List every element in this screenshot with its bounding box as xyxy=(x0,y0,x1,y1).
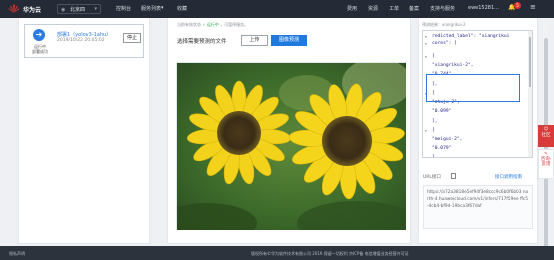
nav-console[interactable]: 控制台 xyxy=(116,5,131,12)
nav-resources[interactable]: 资源 xyxy=(368,5,378,12)
nav-tickets[interactable]: 工单 xyxy=(389,5,399,12)
uploaded-image-frame xyxy=(176,62,406,230)
deployment-list-panel: ➔ 运行中 部署成功 部署1（yolov3-1ahu） 2019/10/22 20… xyxy=(18,18,150,244)
top-prediction-highlight xyxy=(426,74,520,102)
feedback-tab[interactable]: ✎ 咨询·反馈 xyxy=(538,149,554,179)
code-line: [ xyxy=(432,128,435,133)
service-status-hint: 当前有效状态 ✓ 运行中 ，可暂停服务。 xyxy=(177,22,248,28)
sunflower-image xyxy=(177,63,406,230)
region-selector[interactable]: ◉ 北京四 ▾ xyxy=(57,4,101,14)
code-line: [ xyxy=(432,54,435,59)
code-line: "xiangrikui-2", xyxy=(432,63,474,68)
footer: 隐私声明 版权所有©华为软件技术有限公司 2019 保留一切权利 京ICP备 电… xyxy=(0,246,554,260)
copyright-text: 版权所有©华为软件技术有限公司 2019 保留一切权利 京ICP备 电信增值业务… xyxy=(251,251,409,256)
feedback-label: 咨询·反馈 xyxy=(540,157,552,167)
prediction-result-panel: 预测结果：xiangrikui-2 ▾ redicted_label": "xi… xyxy=(418,18,538,244)
collapse-icon[interactable]: ▾ xyxy=(425,55,427,59)
nav-service-list-caret: ▾ xyxy=(161,5,164,11)
menu-icon[interactable]: ≡ xyxy=(530,3,536,11)
stop-button[interactable]: 停止 xyxy=(123,33,141,43)
community-tab[interactable]: ☺ 社区 xyxy=(538,125,554,147)
upload-button[interactable]: 上传 xyxy=(241,35,268,46)
prediction-panel: 当前有效状态 ✓ 运行中 ，可暂停服务。 选择需要预测的文件 上传 图像预测 xyxy=(167,18,411,244)
top-nav-bar: 华为云 ◉ 北京四 ▾ 控制台 服务列表 ▾ 收藏 费用 资源 工单 备案 支持… xyxy=(0,0,554,18)
copy-icon[interactable] xyxy=(451,173,456,179)
prediction-result-label: 预测结果：xiangrikui-2 xyxy=(422,22,466,27)
hint-suffix: ，可暂停服务。 xyxy=(220,22,249,27)
code-scrollbar-thumb[interactable] xyxy=(529,37,531,87)
code-line: cores": [ xyxy=(432,41,457,46)
code-line: ], xyxy=(432,155,438,158)
nav-support[interactable]: 支持与服务 xyxy=(430,5,455,12)
code-line: redicted_label": "xiangrikui xyxy=(432,34,510,39)
nav-icp[interactable]: 备案 xyxy=(409,5,419,12)
privacy-link[interactable]: 隐私声明 xyxy=(9,251,25,257)
location-icon: ◉ xyxy=(61,7,66,13)
url-interface-label: URL接口 xyxy=(423,175,441,180)
region-label: 北京四 xyxy=(70,7,86,13)
deployment-name[interactable]: 部署1（yolov3-1ahu） xyxy=(57,31,111,38)
notification-badge: 5 xyxy=(514,2,521,9)
url-value[interactable]: https://a72a3818e5ef94f3e8ccc9c6b0f6b03 … xyxy=(423,185,533,229)
nav-service-list[interactable]: 服务列表 xyxy=(141,5,161,12)
code-line: "0.079" xyxy=(432,146,452,151)
predict-button[interactable]: 图像预测 xyxy=(271,35,307,46)
huawei-logo-icon[interactable] xyxy=(8,4,20,14)
user-account-menu[interactable]: ewe15281... xyxy=(468,5,499,11)
brand-name[interactable]: 华为云 xyxy=(23,5,41,14)
code-line: "meigui-2", xyxy=(432,137,463,142)
collapse-icon[interactable]: ▾ xyxy=(425,129,427,133)
api-guide-link[interactable]: 接口调用指南 xyxy=(495,174,522,180)
hint-status: ✓ 运行中 xyxy=(202,22,219,27)
result-json-viewer[interactable]: ▾ redicted_label": "xiangrikui ▾ cores":… xyxy=(422,30,533,158)
nav-favorites[interactable]: 收藏 xyxy=(177,5,187,12)
code-line: ], xyxy=(432,119,438,124)
upload-label: 选择需要预测的文件 xyxy=(177,39,227,45)
hint-prefix: 当前有效状态 xyxy=(177,22,201,27)
code-line: "0.099" xyxy=(432,109,452,114)
deployment-status: 运行中 部署成功 xyxy=(32,44,48,54)
code-scrollbar[interactable] xyxy=(528,31,532,157)
chevron-down-icon: ▾ xyxy=(94,6,97,12)
arrow-right-icon: ➔ xyxy=(33,29,45,41)
community-label: 社区 xyxy=(541,133,551,138)
deployment-card[interactable]: ➔ 运行中 部署成功 部署1（yolov3-1ahu） 2019/10/22 20… xyxy=(24,24,144,58)
deployment-time: 2019/10/22 20:05:02 xyxy=(57,38,105,43)
collapse-icon[interactable]: ▾ xyxy=(425,35,427,39)
nav-billing[interactable]: 费用 xyxy=(347,5,357,12)
collapse-icon[interactable]: ▾ xyxy=(425,42,427,46)
